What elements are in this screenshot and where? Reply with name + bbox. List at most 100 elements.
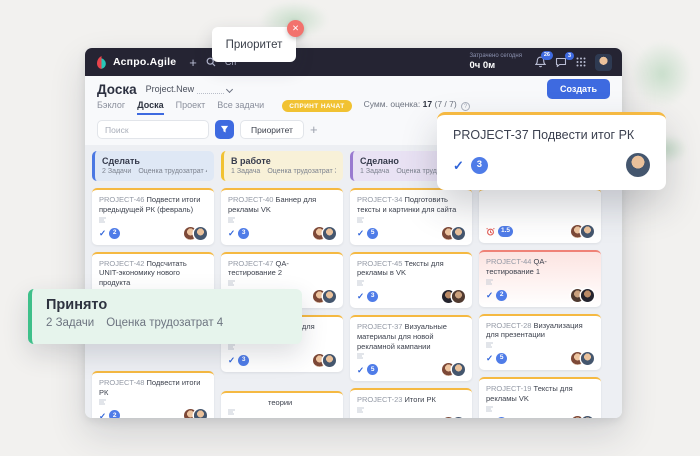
tab-backlog[interactable]: Бэклог xyxy=(97,100,125,115)
logo-icon xyxy=(95,56,108,69)
priority-tooltip: Приоритет ✕ xyxy=(212,27,296,62)
assignee-avatar xyxy=(452,227,465,240)
popup-task-title: PROJECT-37 Подвести итог РК xyxy=(453,128,650,142)
column-estimate: Оценка трудозатрат 4 xyxy=(138,168,207,175)
funnel-icon xyxy=(220,125,229,134)
description-icon xyxy=(228,280,236,286)
task-card-project-34[interactable]: PROJECT-34 Подготовить тексты и картинки… xyxy=(350,188,472,245)
notifications-bell-icon[interactable]: 26 xyxy=(535,56,546,68)
task-footer: ✓5 xyxy=(357,363,465,376)
assignee-avatar xyxy=(581,352,594,365)
info-icon[interactable]: ? xyxy=(461,102,470,111)
column-header[interactable]: Сделать 2 ЗадачиОценка трудозатрат 4 xyxy=(92,151,214,181)
priority-filter-chip[interactable]: Приоритет xyxy=(240,120,304,139)
task-card-project-23[interactable]: PROJECT-23 Итоги РК✓5 xyxy=(350,388,472,418)
task-popup-card[interactable]: PROJECT-37 Подвести итог РК ✓ 3 xyxy=(437,112,666,190)
description-icon xyxy=(228,217,236,223)
apps-grid-icon[interactable] xyxy=(576,57,586,67)
task-card-project-37[interactable]: PROJECT-37 Визуальные материалы для ново… xyxy=(350,315,472,381)
page-title: Доска xyxy=(97,82,137,97)
task-id: PROJECT-47 xyxy=(228,259,273,268)
task-title: PROJECT-23 Итоги РК xyxy=(357,395,465,405)
assignee-avatar xyxy=(323,227,336,240)
time-tracker[interactable]: Затрачено сегодня 0ч 0м xyxy=(469,53,526,72)
filter-button[interactable] xyxy=(215,120,234,139)
app-title: Аспро.Agile xyxy=(113,56,176,68)
chevron-down-icon xyxy=(226,86,233,93)
task-card-project-44[interactable]: PROJECT-44 QA-тестирование 1✓2 xyxy=(479,250,601,307)
column-subtitle: 2 ЗадачиОценка трудозатрат 4 xyxy=(102,168,207,175)
task-footer: ✓3 xyxy=(357,290,465,303)
points-badge: 3 xyxy=(238,355,249,366)
description-icon xyxy=(357,217,365,223)
assignee-avatars xyxy=(442,227,465,240)
checkmark-icon: ✓ xyxy=(453,159,464,172)
column-task-count: 1 Задача xyxy=(360,168,389,175)
tab-project[interactable]: Проект xyxy=(176,100,206,115)
task-id: PROJECT-37 xyxy=(357,322,402,331)
checkmark-icon: ✓ xyxy=(486,354,493,363)
task-card[interactable]: теории✓3 xyxy=(221,391,343,419)
assignee-avatar xyxy=(452,290,465,303)
search-input[interactable] xyxy=(97,120,209,139)
project-selector[interactable]: Project.New xyxy=(146,84,232,94)
assignee-avatars xyxy=(184,227,207,240)
chat-icon[interactable]: 3 xyxy=(555,57,567,68)
task-card[interactable]: 1.5 xyxy=(479,188,601,243)
task-card-project-28[interactable]: PROJECT-28 Визуализация для презентации✓… xyxy=(479,314,601,371)
assignee-avatars xyxy=(313,227,336,240)
assignee-avatars xyxy=(571,225,594,238)
app-window: Аспро.Agile + Сп Затрачено сегодня 0ч 0м… xyxy=(85,48,622,418)
assignee-avatars xyxy=(442,363,465,376)
description-icon xyxy=(486,406,494,412)
task-title: теории xyxy=(228,398,336,408)
column-title: Сделать xyxy=(102,156,207,166)
points-badge: 3 xyxy=(367,291,378,302)
task-card-project-46[interactable]: PROJECT-46 Подвести итоги предыдущей РК … xyxy=(92,188,214,245)
close-icon[interactable]: ✕ xyxy=(287,20,304,37)
assignee-avatar xyxy=(452,417,465,418)
tab-all-tasks[interactable]: Все задачи xyxy=(217,100,264,115)
assignee-avatars xyxy=(571,352,594,365)
points-badge: 2 xyxy=(109,228,120,239)
assignee-avatars xyxy=(313,290,336,303)
assignee-avatar xyxy=(194,409,207,418)
time-label: Затрачено сегодня xyxy=(469,53,522,60)
description-icon xyxy=(99,399,107,405)
task-card-project-45[interactable]: PROJECT-45 Тексты для рекламы в VK✓3 xyxy=(350,252,472,309)
task-title: PROJECT-46 Подвести итоги предыдущей РК … xyxy=(99,195,207,215)
task-card-project-40[interactable]: PROJECT-40 Баннер для рекламы VK✓3 xyxy=(221,188,343,245)
task-title: PROJECT-34 Подготовить тексты и картинки… xyxy=(357,195,465,215)
checkmark-icon: ✓ xyxy=(99,229,106,238)
column-task-count: 1 Задача xyxy=(231,168,260,175)
task-id: PROJECT-23 xyxy=(357,395,402,404)
create-button[interactable]: Создать xyxy=(547,79,610,99)
checkmark-icon: ✓ xyxy=(228,356,235,365)
points-badge: 1.5 xyxy=(498,226,513,237)
accepted-task-count: 2 Задачи xyxy=(46,317,94,329)
task-footer: ✓2 xyxy=(99,227,207,240)
column-header[interactable]: В работе1 ЗадачаОценка трудозатрат 3 xyxy=(221,151,343,181)
points-badge: 5 xyxy=(367,364,378,375)
tab-board[interactable]: Доска xyxy=(137,100,163,115)
assignee-avatars xyxy=(313,354,336,367)
task-footer: 1.5 xyxy=(486,225,594,238)
overdue-timer-icon xyxy=(486,227,495,236)
points-badge: 5 xyxy=(496,353,507,364)
task-id: PROJECT-48 xyxy=(99,378,144,387)
brand[interactable]: Аспро.Agile xyxy=(95,56,176,69)
task-card-project-48[interactable]: PROJECT-48 Подвести итоги РК✓2 xyxy=(92,371,214,418)
checkmark-icon: ✓ xyxy=(357,292,364,301)
task-card-project-19[interactable]: PROJECT-19 Тексты для рекламы VK✓5 xyxy=(479,377,601,418)
summary-value: 17 xyxy=(423,99,432,109)
popup-points-badge: 3 xyxy=(471,157,488,174)
points-badge: 5 xyxy=(496,417,507,419)
assignee-avatar xyxy=(323,354,336,367)
description-icon xyxy=(228,344,236,350)
column-estimate: Оценка трудозатрат 3 xyxy=(267,168,336,175)
user-avatar[interactable] xyxy=(595,54,612,71)
create-task-icon[interactable]: + xyxy=(189,56,197,69)
bell-badge: 26 xyxy=(541,51,553,60)
assignee-avatars xyxy=(571,289,594,302)
add-filter-icon[interactable]: + xyxy=(310,123,318,136)
